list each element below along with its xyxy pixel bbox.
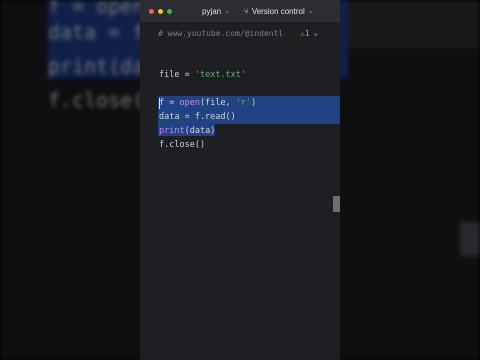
code-token: 'text.txt': [194, 70, 247, 80]
project-name: pyjan: [202, 6, 222, 16]
minimize-window-button[interactable]: [158, 8, 163, 14]
code-line[interactable]: f.close(): [159, 140, 205, 151]
code-line[interactable]: data = f.read(): [159, 112, 236, 123]
background-code-line: print(da: [48, 54, 145, 78]
text-cursor: [159, 98, 160, 109]
code-token: (file,: [199, 98, 236, 108]
code-token: f.close(): [159, 140, 206, 150]
chevron-down-icon: ⌄: [307, 8, 314, 15]
editor-body[interactable]: # www.youtube.com/@indentl ⚠1 ⌄ file = '…: [140, 22, 340, 360]
project-selector[interactable]: pyjan ⌄: [202, 7, 230, 16]
code-line[interactable]: print(data): [159, 126, 215, 137]
comment-line: # www.youtube.com/@indentl: [158, 28, 284, 38]
code-token: data = f.read(): [159, 112, 236, 122]
code-token: 'r': [235, 98, 252, 108]
code-token: (data): [184, 126, 216, 136]
code-line[interactable]: file = 'text.txt': [159, 70, 246, 81]
chevron-down-icon[interactable]: ⌄: [314, 29, 318, 37]
close-window-button[interactable]: [149, 8, 154, 14]
background-titlebar: [348, 0, 480, 48]
video-frame: f = open( data = f print(da f.close( pyj…: [0, 0, 480, 360]
background-code-line: data = f: [48, 20, 145, 44]
code-token: file =: [159, 70, 195, 80]
window-controls: [149, 8, 172, 14]
comment-line-row: # www.youtube.com/@indentl ⚠1 ⌄: [140, 22, 340, 44]
background-code-line: f.close(: [48, 88, 145, 112]
version-control-menu[interactable]: ⑂ Version control ⌄: [244, 7, 314, 16]
code-token: open: [179, 98, 200, 108]
version-control-label: Version control: [251, 6, 305, 16]
maximize-window-button[interactable]: [167, 8, 172, 14]
title-bar: pyjan ⌄ ⑂ Version control ⌄: [140, 0, 340, 22]
code-token: print: [159, 126, 185, 136]
background-scroll-thumb: [460, 222, 480, 256]
branch-icon: ⑂: [244, 6, 249, 16]
code-token: ): [251, 98, 257, 108]
scrollbar-thumb[interactable]: [333, 196, 340, 212]
warning-icon[interactable]: ⚠1: [300, 29, 310, 38]
code-token: f =: [159, 98, 180, 108]
code-editor-window: pyjan ⌄ ⑂ Version control ⌄ # www.youtub…: [140, 0, 340, 360]
code-line[interactable]: f = open(file, 'r'): [159, 98, 256, 109]
chevron-down-icon: ⌄: [224, 8, 230, 15]
